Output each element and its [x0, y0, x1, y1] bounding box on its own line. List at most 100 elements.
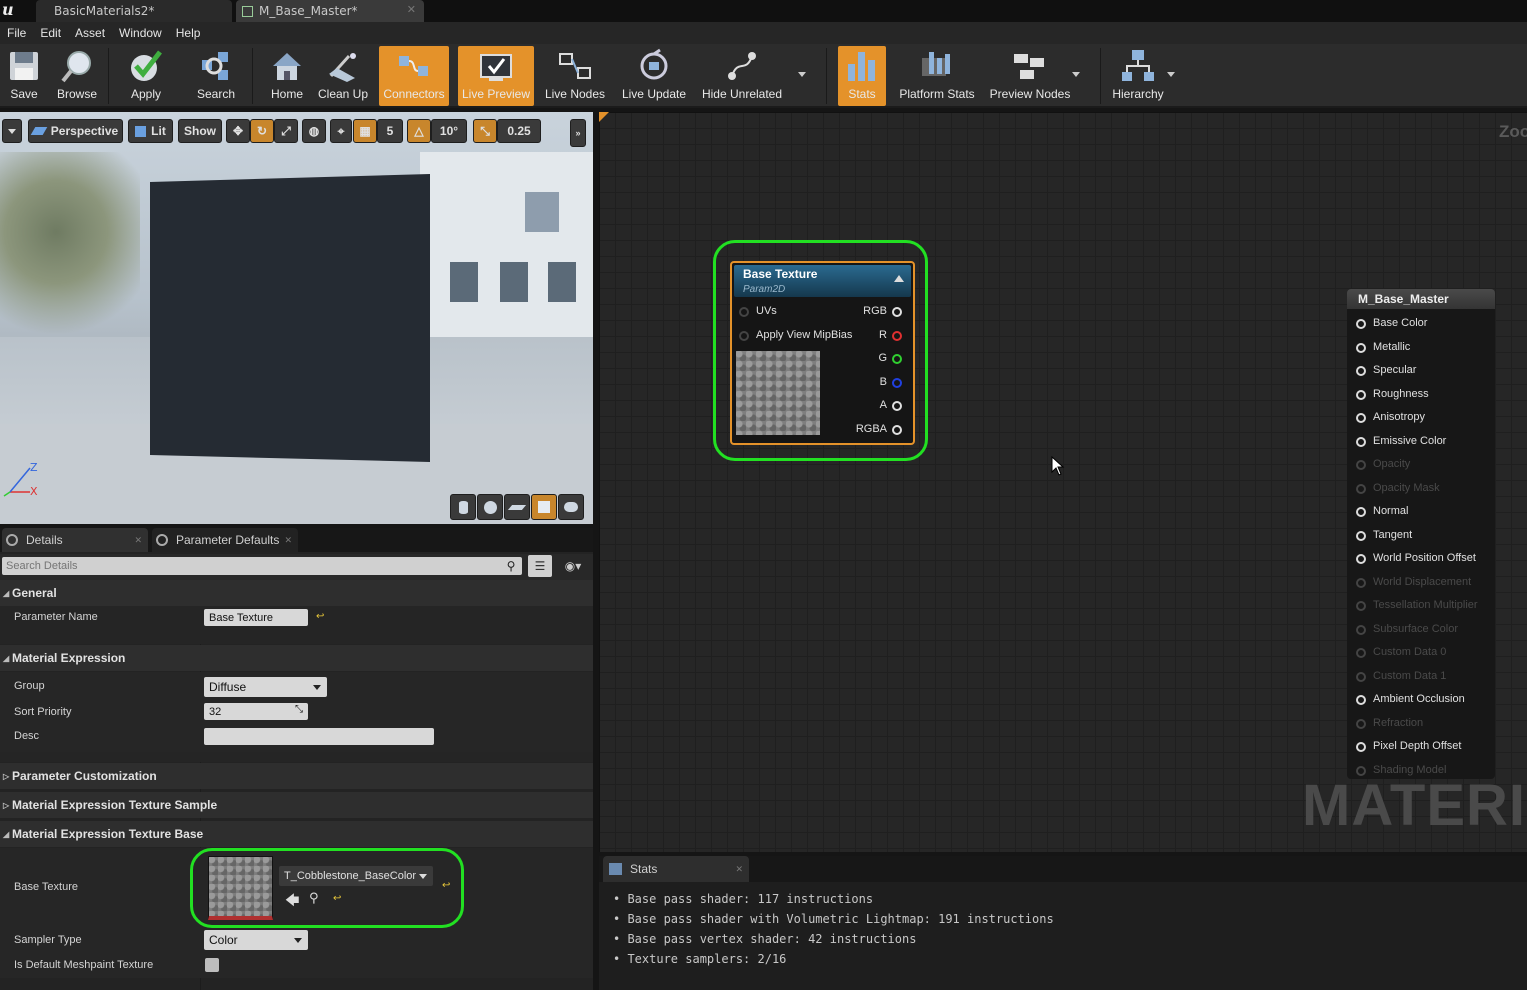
visibility-eye-button[interactable]: ◉▾	[557, 557, 589, 575]
preview-mesh-button[interactable]	[558, 494, 584, 520]
result-input-pin[interactable]	[1356, 319, 1366, 329]
lit-button[interactable]: Lit	[128, 119, 173, 143]
translate-mode-button[interactable]: ✥	[226, 119, 250, 143]
material-graph-canvas[interactable]: Zoo MATERIA Base Texture Param2D UVs App…	[599, 112, 1527, 852]
tab-label: BasicMaterials2*	[54, 4, 155, 18]
scale-snap-button[interactable]: ⤡	[473, 119, 497, 143]
grid-snap-value[interactable]: 5	[377, 119, 403, 143]
result-input-pin[interactable]	[1356, 460, 1366, 470]
close-tab-icon[interactable]: ✕	[735, 864, 743, 875]
rotation-snap-value[interactable]: 10°	[431, 119, 467, 143]
category-texture-sample[interactable]: ▷ Material Expression Texture Sample	[0, 792, 593, 818]
group-combo[interactable]: Diffuse	[204, 677, 327, 697]
result-input-pin[interactable]	[1356, 436, 1366, 447]
tab-m-base-master[interactable]: M_Base_Master* ✕	[236, 0, 424, 22]
rotate-mode-button[interactable]: ↻	[250, 119, 274, 143]
world-local-button[interactable]: ◍	[302, 119, 326, 143]
sort-priority-input[interactable]: 32 ⤡	[204, 703, 308, 720]
category-material-expression[interactable]: ◢ Material Expression	[0, 645, 593, 671]
tab-parameter-defaults[interactable]: Parameter Defaults ✕	[152, 528, 298, 552]
result-input-pin[interactable]	[1356, 577, 1366, 588]
connectors-button[interactable]: Connectors	[379, 46, 449, 106]
preview-sphere-button[interactable]	[477, 494, 503, 520]
unreal-logo-icon[interactable]: u	[2, 0, 20, 22]
details-search-input[interactable]	[2, 557, 522, 575]
result-input-pin[interactable]	[1356, 718, 1366, 729]
result-input-pin[interactable]	[1356, 483, 1366, 494]
category-texture-base[interactable]: ◢ Material Expression Texture Base	[0, 821, 593, 847]
menu-edit[interactable]: Edit	[33, 26, 68, 40]
live-update-button[interactable]: Live Update	[618, 46, 690, 106]
category-parameter-customization[interactable]: ▷ Parameter Customization	[0, 763, 593, 789]
scale-mode-button[interactable]: ⤢	[274, 119, 298, 143]
result-input-pin[interactable]	[1356, 601, 1366, 611]
result-input-pin[interactable]	[1356, 671, 1366, 682]
viewport-maximize-button[interactable]: »	[570, 119, 586, 147]
live-preview-button[interactable]: Live Preview	[458, 46, 534, 106]
platform-stats-button[interactable]: Platform Stats	[894, 46, 980, 106]
scale-icon: ⤢	[281, 123, 291, 138]
close-tab-icon[interactable]: ✕	[134, 535, 142, 546]
apply-button[interactable]: Apply	[118, 46, 174, 106]
grid-snap-button[interactable]: ▦	[353, 119, 377, 143]
view-options-list-button[interactable]: ☰	[528, 555, 552, 577]
hide-unrelated-dropdown-icon[interactable]	[798, 72, 806, 77]
desc-input[interactable]	[204, 728, 434, 745]
preview-viewport[interactable]: Perspective Lit Show ✥ ↻ ⤢ ◍ ⌖ ▦ 5 △ 10°…	[0, 112, 593, 524]
reset-to-default-icon[interactable]: ↩	[316, 611, 324, 622]
close-tab-icon[interactable]: ✕	[284, 535, 292, 546]
sampler-type-combo[interactable]: Color	[204, 930, 308, 950]
result-input-pin[interactable]	[1356, 507, 1366, 517]
tab-basic-materials[interactable]: BasicMaterials2*	[36, 0, 232, 22]
save-button[interactable]: Save	[2, 46, 46, 106]
result-input-pin[interactable]	[1356, 413, 1366, 423]
preview-nodes-dropdown-icon[interactable]	[1072, 72, 1080, 77]
hierarchy-button[interactable]: Hierarchy	[1110, 46, 1166, 106]
menu-asset[interactable]: Asset	[68, 26, 112, 40]
menu-window[interactable]: Window	[112, 26, 169, 40]
toolbar: Save Browse Apply Search Home Clean Up C…	[0, 44, 1527, 108]
live-nodes-button[interactable]: Live Nodes	[542, 46, 608, 106]
result-input-pin[interactable]	[1356, 389, 1366, 400]
close-tab-icon[interactable]: ✕	[407, 3, 416, 16]
clean-up-button[interactable]: Clean Up	[314, 46, 372, 106]
menu-file[interactable]: File	[0, 26, 33, 40]
result-input-pin[interactable]	[1356, 342, 1366, 353]
result-input-pin[interactable]	[1356, 765, 1366, 776]
spin-drag-icon[interactable]: ⤡	[295, 704, 303, 715]
collapsed-arrow-icon: ▷	[3, 800, 10, 810]
search-button[interactable]: Search	[188, 46, 244, 106]
surface-snap-button[interactable]: ⌖	[330, 119, 352, 143]
result-input-pin[interactable]	[1356, 742, 1366, 752]
category-texture-base-label: Material Expression Texture Base	[12, 827, 204, 841]
category-material-expression-label: Material Expression	[12, 651, 126, 665]
stats-button[interactable]: Stats	[838, 46, 886, 106]
hierarchy-dropdown-icon[interactable]	[1167, 72, 1175, 77]
result-input-pin[interactable]	[1356, 554, 1366, 564]
menu-help[interactable]: Help	[169, 26, 208, 40]
preview-cube-button[interactable]	[531, 494, 557, 520]
browse-button[interactable]: Browse	[50, 46, 104, 106]
default-meshpaint-checkbox[interactable]	[205, 958, 219, 972]
category-general[interactable]: ◢ General	[0, 580, 593, 606]
row-desc: Desc	[0, 724, 593, 752]
preview-cylinder-button[interactable]	[450, 494, 476, 520]
result-input-pin[interactable]	[1356, 648, 1366, 658]
preview-nodes-button[interactable]: Preview Nodes	[988, 46, 1072, 106]
tab-details[interactable]: Details ✕	[2, 528, 148, 552]
scale-snap-value[interactable]: 0.25	[497, 119, 541, 143]
result-input-pin[interactable]	[1356, 530, 1366, 541]
m-base-master-result-node[interactable]: M_Base_Master Base Color Metallic Specular…	[1347, 289, 1495, 779]
preview-plane-button[interactable]	[504, 494, 530, 520]
hide-unrelated-button[interactable]: Hide Unrelated	[700, 46, 784, 106]
show-button[interactable]: Show	[178, 119, 222, 143]
parameter-name-input[interactable]: Base Texture	[204, 609, 308, 626]
rotation-snap-button[interactable]: △	[407, 119, 431, 143]
result-input-pin[interactable]	[1356, 695, 1366, 705]
viewport-options-button[interactable]	[2, 119, 22, 143]
perspective-button[interactable]: Perspective	[28, 119, 123, 143]
tab-stats[interactable]: Stats ✕	[603, 856, 749, 882]
result-input-pin[interactable]	[1356, 624, 1366, 635]
home-button[interactable]: Home	[262, 46, 312, 106]
result-input-pin[interactable]	[1356, 366, 1366, 376]
